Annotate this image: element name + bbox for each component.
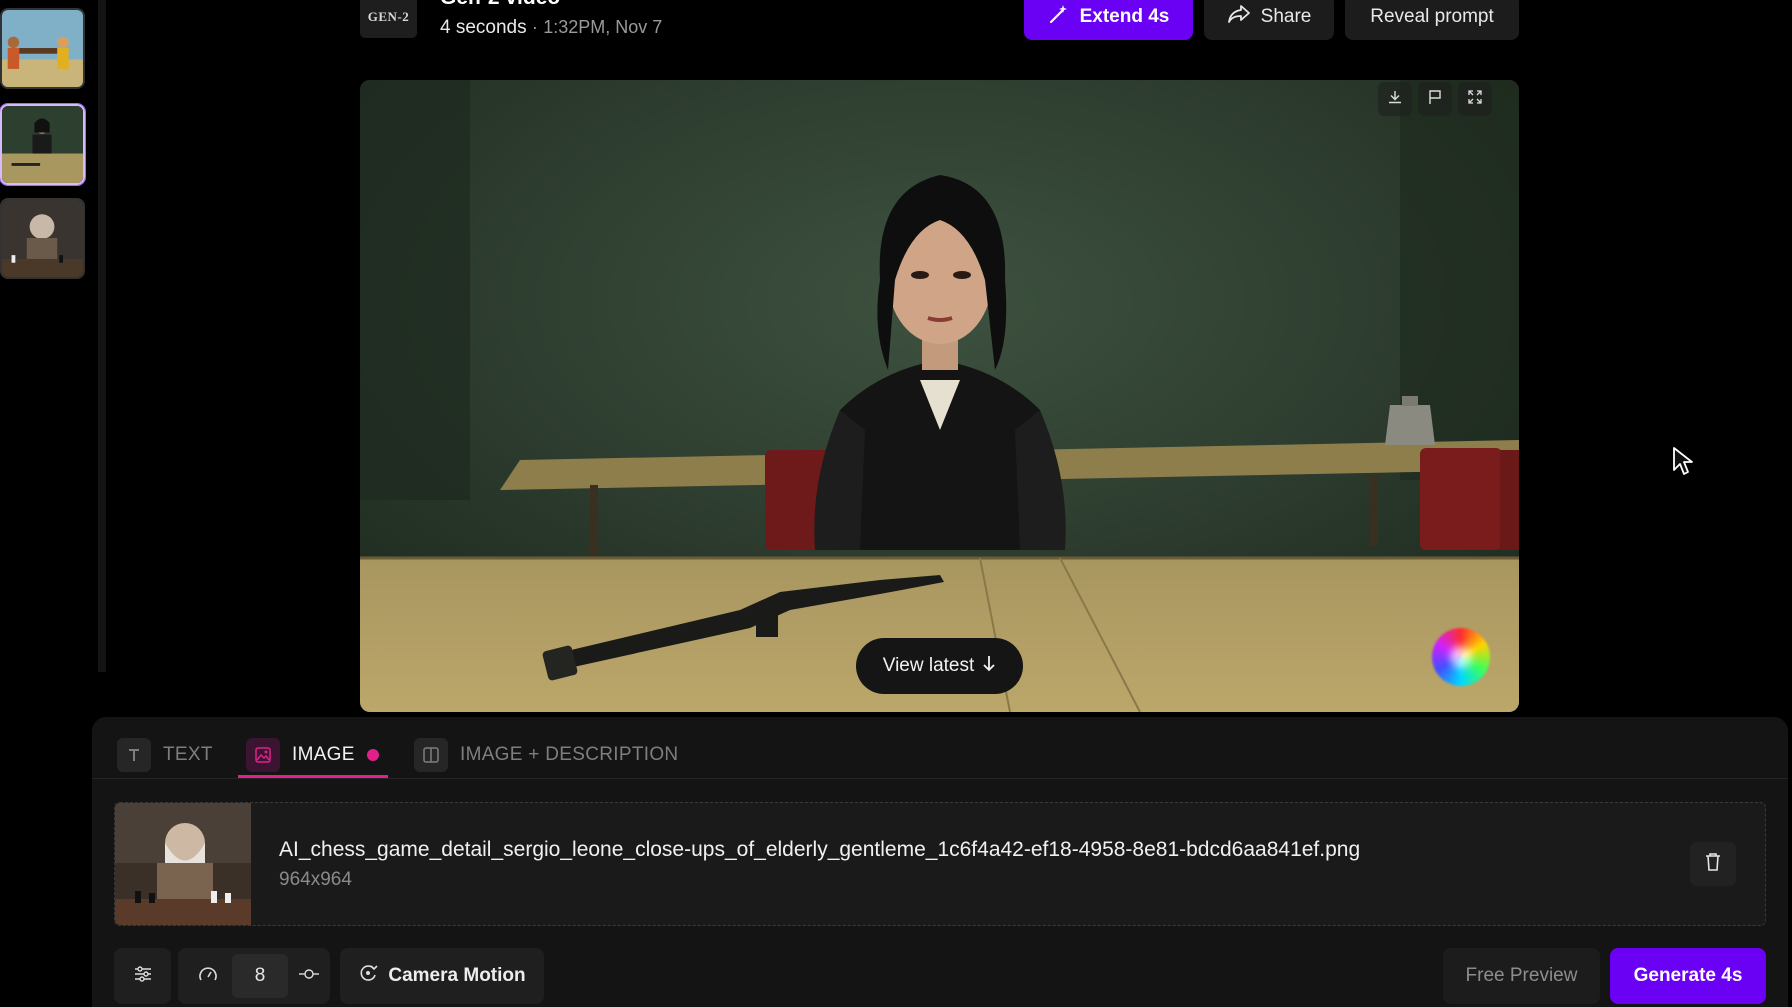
tab-text[interactable]: TEXT bbox=[117, 733, 213, 777]
trash-icon bbox=[1704, 852, 1722, 877]
history-thumbnail[interactable] bbox=[0, 198, 85, 279]
fullscreen-icon bbox=[1467, 89, 1483, 110]
view-latest-label: View latest bbox=[882, 655, 975, 676]
video-timestamp: 1:32PM, Nov 7 bbox=[543, 17, 663, 37]
active-dot-icon bbox=[366, 749, 379, 761]
reveal-prompt-button[interactable]: Reveal prompt bbox=[1345, 0, 1519, 40]
color-orb-icon bbox=[1432, 628, 1490, 686]
generation-filmstrip bbox=[0, 0, 108, 672]
seed-value-field[interactable]: 8 bbox=[232, 954, 288, 998]
share-button[interactable]: Share bbox=[1204, 0, 1334, 40]
history-thumbnail-active[interactable] bbox=[0, 104, 85, 185]
active-tab-underline bbox=[238, 775, 388, 778]
tab-image-description[interactable]: IMAGE + DESCRIPTION bbox=[414, 733, 678, 777]
uploaded-filename: AI_chess_game_detail_sergio_leone_close-… bbox=[279, 838, 1361, 861]
share-arrow-icon bbox=[1227, 4, 1251, 30]
tab-image[interactable]: IMAGE bbox=[246, 733, 379, 777]
commit-icon[interactable] bbox=[298, 967, 320, 985]
delete-image-button[interactable] bbox=[1690, 842, 1736, 886]
settings-button[interactable] bbox=[114, 948, 171, 1004]
gen2-badge: GEN-2 bbox=[360, 0, 417, 38]
uploaded-dimensions: 964x964 bbox=[279, 869, 352, 890]
uploaded-image-thumbnail bbox=[115, 803, 251, 925]
video-toolbar bbox=[1378, 82, 1492, 116]
tab-image-description-label: IMAGE + DESCRIPTION bbox=[460, 744, 679, 765]
download-button[interactable] bbox=[1378, 82, 1412, 116]
generate-label: Generate 4s bbox=[1633, 965, 1743, 986]
arrow-down-icon bbox=[982, 654, 996, 678]
extend-label: Extend 4s bbox=[1079, 6, 1170, 27]
extend-button[interactable]: Extend 4s bbox=[1024, 0, 1193, 40]
video-frame-image bbox=[360, 80, 1519, 712]
tab-image-label: IMAGE bbox=[292, 744, 355, 765]
tab-text-label: TEXT bbox=[163, 744, 213, 765]
free-preview-button[interactable]: Free Preview bbox=[1443, 948, 1600, 1004]
video-player[interactable] bbox=[360, 80, 1519, 712]
flag-button[interactable] bbox=[1418, 82, 1452, 116]
share-label: Share bbox=[1260, 6, 1312, 27]
video-duration: 4 seconds bbox=[440, 17, 527, 38]
fullscreen-button[interactable] bbox=[1458, 82, 1492, 116]
video-title: Gen-2 video bbox=[440, 0, 560, 10]
motion-seed-group: 8 bbox=[178, 948, 330, 1004]
free-preview-label: Free Preview bbox=[1465, 965, 1578, 986]
sliders-icon bbox=[133, 965, 153, 988]
gauge-icon[interactable] bbox=[198, 965, 218, 988]
text-t-icon bbox=[117, 738, 151, 772]
view-latest-button[interactable]: View latest bbox=[856, 638, 1023, 694]
history-thumbnail[interactable] bbox=[0, 8, 85, 89]
reveal-prompt-label: Reveal prompt bbox=[1370, 6, 1494, 27]
image-icon bbox=[246, 738, 280, 772]
filmstrip-divider bbox=[98, 0, 106, 672]
uploaded-image-card bbox=[114, 802, 1766, 926]
camera-motion-icon bbox=[358, 963, 378, 989]
magic-wand-icon bbox=[1048, 3, 1070, 31]
split-panel-icon bbox=[414, 738, 448, 772]
download-icon bbox=[1387, 89, 1403, 110]
video-meta: 4 seconds · 1:32PM, Nov 7 bbox=[440, 17, 662, 39]
meta-separator: · bbox=[531, 17, 538, 37]
camera-motion-button[interactable]: Camera Motion bbox=[340, 948, 544, 1004]
mouse-cursor-icon bbox=[1672, 446, 1694, 481]
flag-icon bbox=[1427, 89, 1443, 110]
camera-motion-label: Camera Motion bbox=[388, 965, 526, 986]
generate-button[interactable]: Generate 4s bbox=[1610, 948, 1766, 1004]
